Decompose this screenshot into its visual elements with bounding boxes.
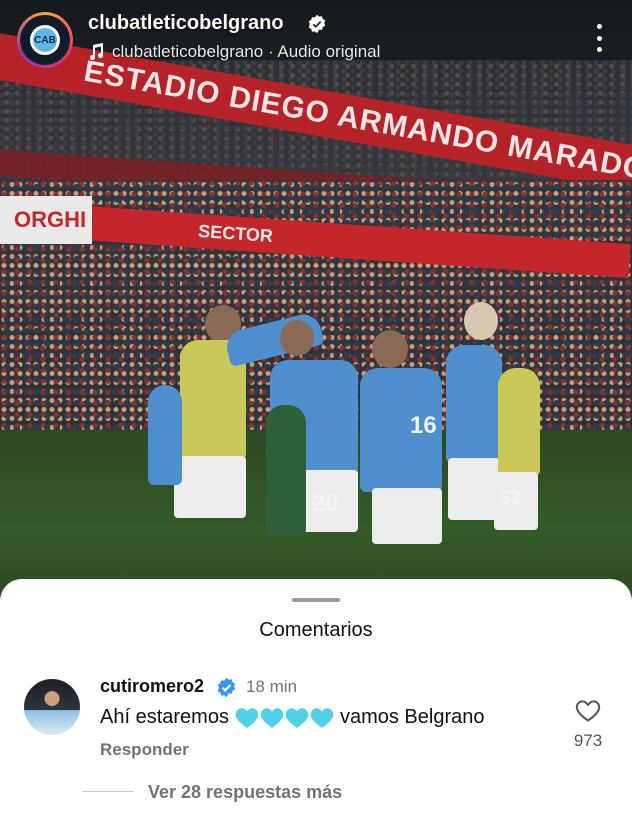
- player-shorts: [448, 458, 500, 520]
- verified-icon: [308, 14, 326, 34]
- jersey-number: 20: [312, 490, 339, 517]
- reel-header: CAB clubatleticobelgrano clubatleticobel…: [0, 0, 632, 80]
- reply-button[interactable]: Responder: [100, 740, 189, 760]
- comments-sheet: Comentarios cutiromero2 18 min Ahí estar…: [0, 579, 632, 817]
- drag-handle[interactable]: [292, 598, 340, 602]
- heart-outline-icon[interactable]: [575, 699, 601, 723]
- cyan-heart-emoji-4: [310, 707, 334, 728]
- player-head: [464, 302, 498, 340]
- player: [446, 345, 502, 463]
- jersey-number: 16: [410, 412, 437, 439]
- left-sign: ORGHI: [0, 196, 92, 244]
- player-head: [372, 330, 408, 368]
- player-head: [280, 320, 314, 356]
- audio-label: clubatleticobelgrano · Audio original: [112, 42, 381, 61]
- club-avatar-inner: CAB: [20, 15, 70, 65]
- verified-icon: [217, 677, 236, 698]
- comment-timestamp: 18 min: [246, 677, 298, 696]
- commenter-username[interactable]: cutiromero2: [100, 676, 204, 697]
- player: [148, 385, 182, 485]
- cyan-heart-emoji-1: [235, 707, 259, 728]
- view-replies-button[interactable]: Ver 28 respuestas más: [148, 782, 342, 803]
- goalkeeper: [266, 405, 306, 535]
- replies-divider-line: [82, 791, 134, 792]
- cyan-heart-emoji: [235, 707, 334, 729]
- player: [498, 368, 540, 476]
- like-count: 973: [573, 731, 603, 750]
- account-username[interactable]: clubatleticobelgrano: [88, 12, 284, 35]
- reel-video[interactable]: ESTADIO DIEGO ARMANDO MARADONA SECTOR OR…: [0, 0, 632, 600]
- music-note-icon: [90, 43, 103, 60]
- player-shorts: [174, 456, 246, 518]
- comment-text-after: vamos Belgrano: [339, 706, 485, 728]
- cyan-heart-emoji-2: [260, 707, 284, 728]
- cyan-heart-emoji-3: [285, 707, 309, 728]
- comment-text: Ahí estaremos vamos Belgrano: [100, 706, 484, 729]
- audio-link[interactable]: clubatleticobelgrano · Audio original: [88, 42, 380, 62]
- comments-title: Comentarios: [259, 619, 373, 641]
- jersey-number: 53: [500, 488, 521, 508]
- club-crest-icon: CAB: [30, 25, 60, 55]
- comment-text-before: Ahí estaremos: [100, 706, 229, 728]
- commenter-avatar[interactable]: [24, 679, 80, 735]
- more-options-icon[interactable]: [589, 24, 609, 52]
- club-avatar[interactable]: CAB: [17, 12, 73, 68]
- player-shorts: [372, 488, 442, 544]
